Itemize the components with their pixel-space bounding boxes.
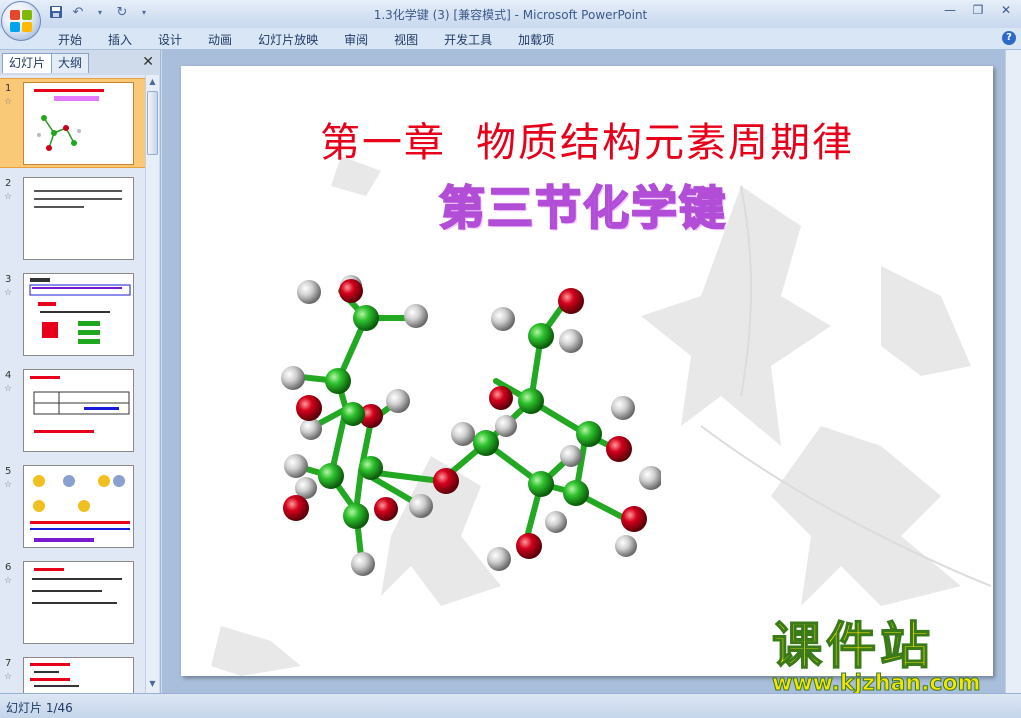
slide-number: 2 xyxy=(5,178,12,189)
pane-tabs: 幻灯片 大纲 xyxy=(2,53,90,73)
slide-editor: 第一章 物质结构元素周期律 第三节化学键 xyxy=(162,50,1005,693)
window-title: 1.3化学键 (3) [兼容模式] - Microsoft PowerPoint xyxy=(373,8,648,22)
tab-addins[interactable]: 加载项 xyxy=(518,31,554,48)
slide-thumbnail-5[interactable]: 5 ☆ xyxy=(0,462,145,552)
slide-scrollbar[interactable] xyxy=(1005,50,1021,693)
slide-thumbnail-4[interactable]: 4 ☆ xyxy=(0,366,145,456)
oxygen-atoms xyxy=(283,279,647,559)
slide-thumbnail-7[interactable]: 7 ☆ xyxy=(0,654,145,693)
animation-star-icon: ☆ xyxy=(4,672,13,682)
slide-number: 5 xyxy=(5,466,12,477)
slide-preview xyxy=(23,561,134,644)
molecule-image[interactable] xyxy=(241,256,661,586)
slide-preview xyxy=(23,273,134,356)
scroll-down-icon[interactable]: ▼ xyxy=(147,679,158,691)
slide-number: 7 xyxy=(5,658,12,669)
office-logo-icon xyxy=(10,10,32,32)
scroll-thumb[interactable] xyxy=(147,91,158,155)
restore-icon[interactable]: ❐ xyxy=(967,2,989,18)
hydrogen-atoms xyxy=(281,275,661,576)
slide-subtitle[interactable]: 第三节化学键 xyxy=(438,172,727,238)
slide-preview xyxy=(23,177,134,260)
tab-view[interactable]: 视图 xyxy=(394,31,418,48)
slide-number: 6 xyxy=(5,562,12,573)
animation-star-icon: ☆ xyxy=(4,384,13,394)
tab-animation[interactable]: 动画 xyxy=(208,31,232,48)
slide-preview xyxy=(23,82,134,165)
tab-developer[interactable]: 开发工具 xyxy=(444,31,492,48)
current-slide[interactable]: 第一章 物质结构元素周期律 第三节化学键 xyxy=(181,66,993,676)
tab-design[interactable]: 设计 xyxy=(158,31,182,48)
slides-pane: 幻灯片 大纲 ✕ 1 ☆ 2 ☆ 3 ☆ 4 ☆ 5 ☆ 6 ☆ 7 ☆ ▲ ▼ xyxy=(0,50,161,693)
animation-star-icon: ☆ xyxy=(4,97,13,107)
tab-insert[interactable]: 插入 xyxy=(108,31,132,48)
ribbon: 开始 插入 设计 动画 幻灯片放映 审阅 视图 开发工具 加载项 ? xyxy=(0,28,1021,50)
slide-thumbnail-3[interactable]: 3 ☆ xyxy=(0,270,145,360)
animation-star-icon: ☆ xyxy=(4,576,13,586)
close-icon[interactable]: ✕ xyxy=(142,54,154,70)
slide-preview xyxy=(23,657,134,693)
tab-outline[interactable]: 大纲 xyxy=(51,53,90,73)
animation-star-icon: ☆ xyxy=(4,288,13,298)
slide-thumbnail-6[interactable]: 6 ☆ xyxy=(0,558,145,648)
office-button[interactable] xyxy=(1,1,41,41)
tab-slideshow[interactable]: 幻灯片放映 xyxy=(258,31,318,48)
minimize-icon[interactable]: — xyxy=(939,2,961,18)
slide-thumbnail-2[interactable]: 2 ☆ xyxy=(0,174,145,264)
animation-star-icon: ☆ xyxy=(4,192,13,202)
help-icon[interactable]: ? xyxy=(1002,31,1016,45)
watermark-logo: 课件站 www.kjzhan.com xyxy=(771,617,1002,696)
window-controls: — ❐ ✕ xyxy=(939,2,1017,18)
status-bar: 幻灯片 1/46 xyxy=(0,693,1021,718)
slide-thumbnail-1[interactable]: 1 ☆ xyxy=(0,78,145,168)
tab-slides[interactable]: 幻灯片 xyxy=(2,53,53,73)
tab-review[interactable]: 审阅 xyxy=(344,31,368,48)
watermark-brand: 课件站 xyxy=(771,617,934,675)
slide-counter: 幻灯片 1/46 xyxy=(6,701,73,715)
scroll-up-icon[interactable]: ▲ xyxy=(147,77,158,89)
slide-preview xyxy=(23,465,134,548)
slide-number: 1 xyxy=(5,83,12,94)
slide-number: 4 xyxy=(5,370,12,381)
thumbnail-scrollbar[interactable]: ▲ ▼ xyxy=(145,75,159,693)
slide-title-text: 物质结构元素周期律 xyxy=(476,120,854,166)
title-bar: ↶ ▾ ↻ ▾ 1.3化学键 (3) [兼容模式] - Microsoft Po… xyxy=(0,0,1021,28)
animation-star-icon: ☆ xyxy=(4,480,13,490)
ribbon-tabs: 开始 插入 设计 动画 幻灯片放映 审阅 视图 开发工具 加载项 xyxy=(58,31,580,48)
tab-home[interactable]: 开始 xyxy=(58,31,82,48)
slide-title[interactable]: 第一章 物质结构元素周期律 xyxy=(181,110,993,168)
slide-number: 3 xyxy=(5,274,12,285)
close-icon[interactable]: ✕ xyxy=(995,2,1017,18)
slide-preview xyxy=(23,369,134,452)
slide-title-chapter: 第一章 xyxy=(320,120,446,166)
slide-thumbnail-list: 1 ☆ 2 ☆ 3 ☆ 4 ☆ 5 ☆ 6 ☆ 7 ☆ xyxy=(0,75,145,693)
